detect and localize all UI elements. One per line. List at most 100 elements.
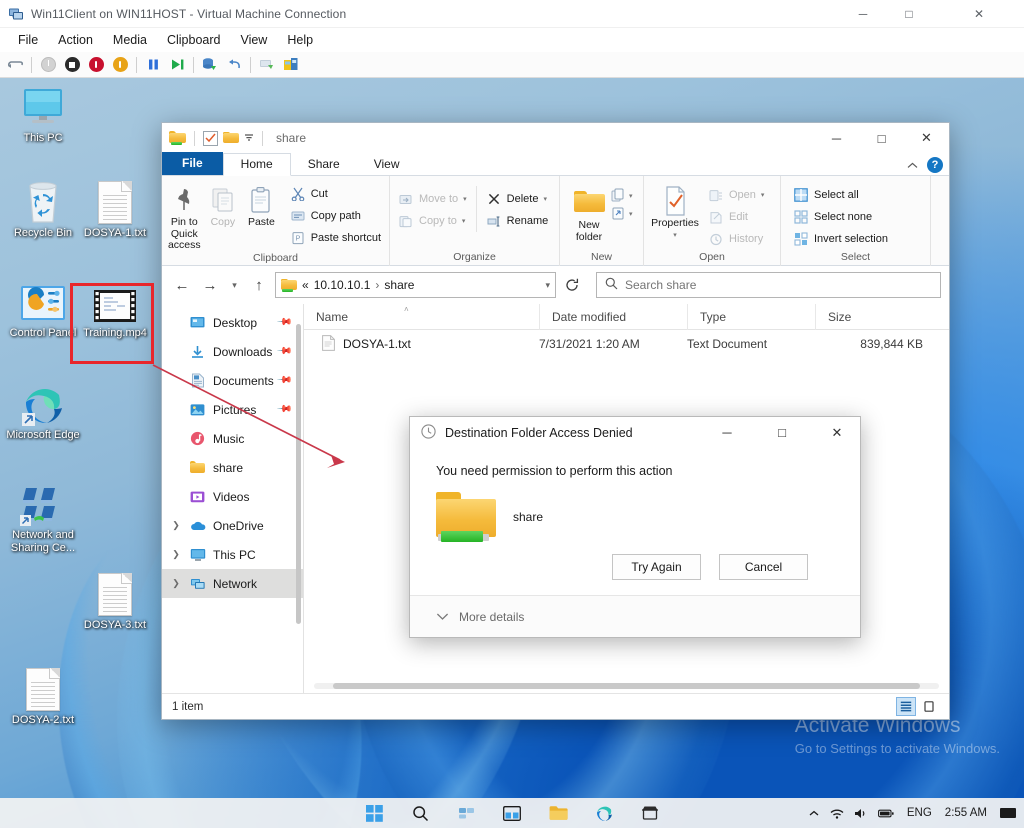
sidebar-item-documents[interactable]: Documents 📌 [162,366,303,395]
sidebar-item-music[interactable]: Music [162,424,303,453]
tab-view[interactable]: View [357,154,417,175]
details-view-icon[interactable] [896,697,916,716]
select-none-button[interactable]: Select none [788,206,893,228]
tab-home[interactable]: Home [222,153,291,176]
copy-path-button[interactable]: Copy path [285,205,386,227]
menu-file[interactable]: File [8,30,48,50]
sidebar-item-downloads[interactable]: Downloads 📌 [162,337,303,366]
paste-shortcut-button[interactable]: P Paste shortcut [285,227,386,249]
desktop-icon-this-pc[interactable]: This PC [0,81,86,145]
chevron-up-icon[interactable] [907,158,918,172]
sidebar-item-desktop[interactable]: Desktop 📌 [162,308,303,337]
notification-icon[interactable] [1000,808,1016,818]
paste-button[interactable]: Paste [242,181,281,229]
copy-button[interactable]: Copy [204,181,243,229]
menu-media[interactable]: Media [103,30,157,50]
dialog-minimize-button[interactable]: ─ [704,417,750,448]
column-header-size[interactable]: Size [815,303,935,330]
chevron-up-icon[interactable] [808,803,820,823]
new-folder-button[interactable]: New folder [567,184,611,243]
move-to-button[interactable]: Move to ▾ [393,188,472,210]
chevron-right-icon[interactable]: ❯ [170,578,182,589]
back-button[interactable]: ← [170,273,194,297]
dialog-maximize-button[interactable]: □ [759,417,805,448]
explorer-minimize-button[interactable]: ─ [814,123,859,153]
up-button[interactable]: ↑ [247,273,271,297]
shutdown-icon[interactable] [38,55,58,75]
rename-button[interactable]: Rename [481,210,554,232]
widgets-icon[interactable] [456,803,476,823]
volume-icon[interactable] [854,803,868,823]
sidebar-item-videos[interactable]: Videos [162,482,303,511]
menu-help[interactable]: Help [277,30,323,50]
large-icons-view-icon[interactable] [919,697,939,716]
taskbar-language[interactable]: ENG [907,807,932,819]
chevron-right-icon[interactable]: ❯ [170,520,182,531]
store-icon[interactable] [640,803,660,823]
search-input[interactable] [625,278,932,292]
copy-to-button[interactable]: Copy to ▾ [393,210,472,232]
sidebar-item-onedrive[interactable]: ❯ OneDrive [162,511,303,540]
breadcrumb-segment-share[interactable]: share [384,278,414,292]
folder-icon[interactable] [169,131,186,145]
battery-icon[interactable] [877,803,894,823]
chevron-down-icon[interactable] [436,610,449,624]
column-header-name[interactable]: Name [304,304,539,330]
chevron-down-icon[interactable]: ▾ [761,191,765,199]
horizontal-scrollbar[interactable] [304,679,949,693]
tab-share[interactable]: Share [291,154,357,175]
help-icon[interactable]: ? [927,157,943,173]
desktop-icon-microsoft-edge[interactable]: Microsoft Edge [0,378,86,442]
refresh-button[interactable] [560,273,584,297]
desktop-icon-dosya-1[interactable]: DOSYA-1.txt [72,176,158,240]
cancel-button[interactable]: Cancel [719,554,808,580]
sidebar-item-pictures[interactable]: Pictures 📌 [162,395,303,424]
sidebar-item-network[interactable]: ❯ Network [162,569,303,598]
chevron-down-icon[interactable]: ▾ [629,192,633,200]
resume-icon[interactable] [167,55,187,75]
enhanced-session-icon[interactable] [281,55,301,75]
more-details-label[interactable]: More details [459,610,524,624]
pause-icon[interactable] [143,55,163,75]
chevron-down-icon[interactable]: ▾ [673,230,677,242]
chevron-down-icon[interactable]: ▾ [462,217,466,225]
revert-icon[interactable] [224,55,244,75]
power-off-icon[interactable] [86,55,106,75]
chevron-down-icon[interactable]: ▾ [463,195,467,203]
tab-file[interactable]: File [162,152,223,175]
search-box[interactable] [596,272,941,298]
turn-off-icon[interactable] [62,55,82,75]
menu-view[interactable]: View [230,30,277,50]
properties-button[interactable]: Properties ▾ [647,182,703,241]
start-icon[interactable] [364,803,384,823]
vm-minimize-button[interactable]: ─ [840,0,886,28]
search-icon[interactable] [410,803,430,823]
history-button[interactable]: History [703,228,769,250]
desktop-icon-dosya-3[interactable]: DOSYA-3.txt [72,568,158,632]
menu-action[interactable]: Action [48,30,103,50]
forward-button[interactable]: → [198,273,222,297]
taskbar-clock[interactable]: 2:55 AM [945,807,987,820]
desktop-icon-dosya-2[interactable]: DOSYA-2.txt [0,663,86,727]
file-explorer-icon[interactable] [548,803,568,823]
address-dropdown-icon[interactable]: ▾ [545,280,550,291]
column-header-type[interactable]: Type [687,303,815,330]
cut-button[interactable]: Cut [285,183,386,205]
explorer-close-button[interactable]: ✕ [904,123,949,153]
network-icon[interactable] [830,803,844,823]
chevron-down-icon[interactable]: ▾ [629,210,633,218]
open-button[interactable]: Open ▾ [703,184,769,206]
recent-locations-button[interactable]: ▾ [226,273,243,297]
chevron-right-icon[interactable]: ❯ [170,549,182,560]
new-folder-icon[interactable] [223,131,239,145]
menu-clipboard[interactable]: Clipboard [157,30,231,50]
new-item-button[interactable]: ▾ [611,188,633,203]
vm-maximize-button[interactable]: □ [886,0,932,28]
easy-access-button[interactable]: ▾ [611,206,633,221]
start-icon[interactable] [110,55,130,75]
invert-selection-button[interactable]: Invert selection [788,228,893,250]
sidebar-item-this-pc[interactable]: ❯ This PC [162,540,303,569]
microsoft-edge-icon[interactable] [594,803,614,823]
properties-icon[interactable] [203,130,218,146]
breadcrumb-segment-server[interactable]: 10.10.10.1 [314,278,371,292]
